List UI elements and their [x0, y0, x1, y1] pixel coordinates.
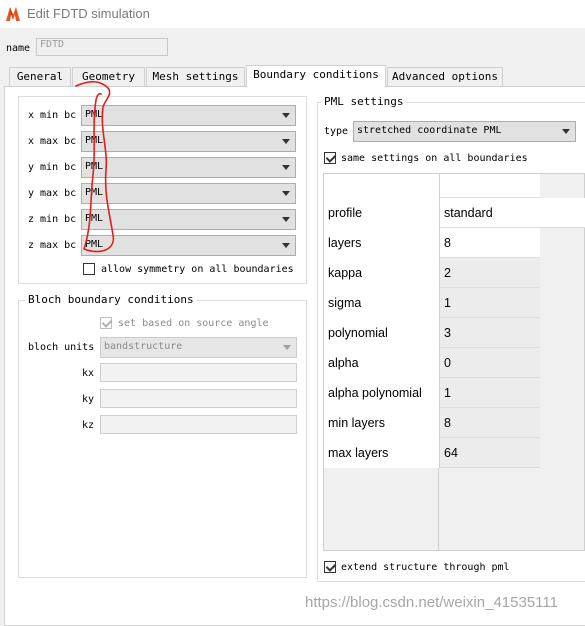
z-max-bc-label: z max bc	[28, 240, 77, 251]
pml-value[interactable]: 1	[439, 378, 540, 408]
pml-key: max layers	[324, 438, 439, 468]
pml-table-header-key	[324, 174, 439, 198]
table-row: alpha 0	[324, 348, 585, 378]
pml-value[interactable]: 2	[439, 258, 540, 288]
x-min-bc-select[interactable]: PML	[81, 105, 296, 126]
pml-value[interactable]: standard	[439, 198, 585, 228]
kx-input[interactable]	[100, 363, 297, 382]
same-settings-label: same settings on all boundaries	[341, 153, 528, 164]
table-row: alpha polynomial 1	[324, 378, 585, 408]
tab-general[interactable]: General	[9, 67, 71, 86]
pml-key: min layers	[324, 408, 439, 438]
name-label: name	[6, 43, 31, 54]
x-max-bc-select[interactable]: PML	[81, 131, 296, 152]
chevron-down-icon	[282, 191, 290, 196]
select-value: PML	[85, 135, 104, 146]
bloch-group-title: Bloch boundary conditions	[25, 293, 197, 306]
pml-key: profile	[324, 198, 439, 228]
bloch-units-select[interactable]: bandstructure	[100, 337, 297, 358]
pml-value[interactable]: 1	[439, 288, 540, 318]
table-row: layers 8	[324, 228, 585, 258]
pml-value[interactable]: 3	[439, 318, 540, 348]
extend-structure-checkbox[interactable]	[324, 561, 336, 573]
pml-table-empty-area	[324, 468, 585, 550]
kz-input[interactable]	[100, 415, 297, 434]
table-row: max layers 64	[324, 438, 585, 468]
extend-structure-label: extend structure through pml	[341, 562, 510, 573]
watermark-text: https://blog.csdn.net/weixin_41535111	[305, 594, 558, 611]
y-min-bc-label: y min bc	[28, 162, 77, 173]
table-row: kappa 2	[324, 258, 585, 288]
window-title: Edit FDTD simulation	[27, 6, 150, 21]
kx-label: kx	[82, 368, 95, 379]
table-row: polynomial 3	[324, 318, 585, 348]
chevron-down-icon	[283, 345, 291, 350]
ky-label: ky	[82, 394, 95, 405]
chevron-down-icon	[282, 243, 290, 248]
table-row: sigma 1	[324, 288, 585, 318]
app-logo-icon	[6, 7, 20, 21]
table-row: min layers 8	[324, 408, 585, 438]
pml-table-header-value	[439, 174, 540, 198]
pml-empty-key-cell	[324, 468, 439, 550]
select-value: PML	[85, 213, 104, 224]
pml-settings-table: profile standard layers 8 kappa 2 sigma …	[323, 173, 585, 551]
tab-boundary-conditions[interactable]: Boundary conditions	[246, 65, 386, 87]
pml-key: layers	[324, 228, 439, 258]
select-value: PML	[85, 109, 104, 120]
set-based-on-source-angle-checkbox[interactable]	[100, 317, 112, 329]
chevron-down-icon	[282, 217, 290, 222]
same-settings-checkbox[interactable]	[324, 152, 336, 164]
y-max-bc-label: y max bc	[28, 188, 77, 199]
pml-key: alpha	[324, 348, 439, 378]
chevron-down-icon	[282, 139, 290, 144]
pml-table-header-row	[324, 174, 585, 198]
select-value: stretched coordinate PML	[357, 125, 502, 136]
pml-type-label: type	[324, 126, 349, 137]
pml-group-title: PML settings	[321, 95, 407, 108]
pml-key: kappa	[324, 258, 439, 288]
bloch-units-label: bloch units	[28, 342, 95, 353]
x-min-bc-label: x min bc	[28, 110, 77, 121]
select-value: PML	[85, 239, 104, 250]
chevron-down-icon	[282, 165, 290, 170]
kz-label: kz	[82, 420, 95, 431]
set-based-on-source-angle-label: set based on source angle	[118, 318, 269, 329]
select-value: PML	[85, 161, 104, 172]
pml-type-select[interactable]: stretched coordinate PML	[353, 121, 576, 142]
pml-value[interactable]: 0	[439, 348, 540, 378]
y-max-bc-select[interactable]: PML	[81, 183, 296, 204]
z-max-bc-select[interactable]: PML	[81, 235, 296, 256]
allow-symmetry-label: allow symmetry on all boundaries	[101, 264, 294, 275]
pml-key: polynomial	[324, 318, 439, 348]
name-input[interactable]: FDTD	[36, 38, 168, 56]
pml-key: alpha polynomial	[324, 378, 439, 408]
chevron-down-icon	[562, 129, 570, 134]
y-min-bc-select[interactable]: PML	[81, 157, 296, 178]
chevron-down-icon	[282, 113, 290, 118]
allow-symmetry-checkbox[interactable]	[83, 263, 95, 275]
pml-key: sigma	[324, 288, 439, 318]
select-value: PML	[85, 187, 104, 198]
z-min-bc-select[interactable]: PML	[81, 209, 296, 230]
select-value: bandstructure	[104, 341, 183, 352]
z-min-bc-label: z min bc	[28, 214, 77, 225]
tab-geometry[interactable]: Geometry	[72, 67, 145, 86]
pml-value[interactable]: 8	[439, 408, 540, 438]
tab-advanced-options[interactable]: Advanced options	[387, 67, 503, 86]
ky-input[interactable]	[100, 389, 297, 408]
table-row: profile standard	[324, 198, 585, 228]
pml-value[interactable]: 8	[439, 228, 540, 258]
tab-mesh-settings[interactable]: Mesh settings	[146, 67, 245, 86]
x-max-bc-label: x max bc	[28, 136, 77, 147]
pml-value[interactable]: 64	[439, 438, 540, 468]
